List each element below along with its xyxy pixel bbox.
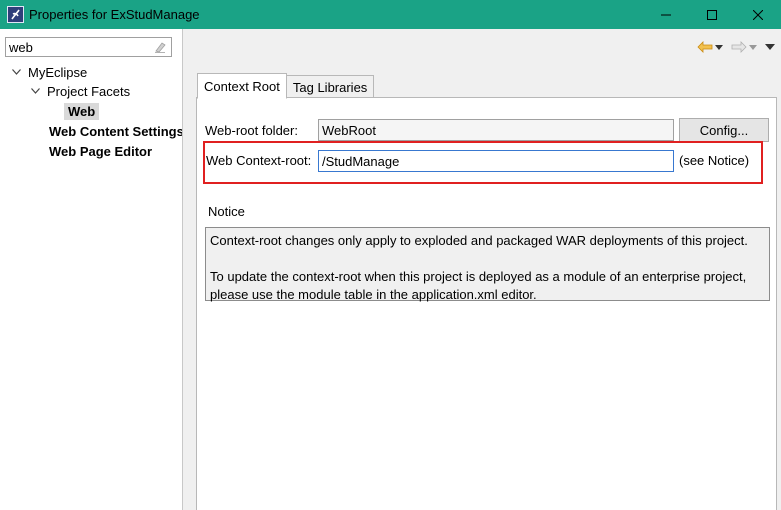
web-root-folder-field[interactable]: WebRoot [318,119,674,141]
title-bar: Properties for ExStudManage [0,0,781,29]
chevron-down-icon [715,44,723,50]
nav-toolbar [695,39,775,55]
maximize-icon [707,9,717,20]
back-button[interactable] [697,41,713,53]
notice-box: Context-root changes only apply to explo… [205,227,770,302]
back-menu-button[interactable] [715,44,723,50]
back-arrow-icon [697,41,713,53]
chevron-down-icon[interactable] [30,86,41,97]
tree-item-web-content-settings[interactable]: Web Content Settings [49,121,183,141]
tab-strip: Context Root Tag Libraries [197,73,375,99]
filter-field[interactable] [5,37,172,57]
clear-filter-icon[interactable] [153,40,167,57]
notice-heading: Notice [208,204,245,219]
tree-item-label: Web Page Editor [49,143,153,159]
web-root-folder-label: Web-root folder: [205,123,298,138]
forward-arrow-icon [731,41,747,53]
sidebar: MyEclipse Project Facets Web Web Content… [0,29,183,510]
tree-item-project-facets[interactable]: Project Facets [30,81,130,101]
window-title: Properties for ExStudManage [29,7,200,22]
window-controls [643,0,781,29]
chevron-down-icon [749,44,757,50]
maximize-button[interactable] [689,0,735,29]
see-notice-label: (see Notice) [679,153,750,168]
view-menu-button[interactable] [765,44,775,50]
web-context-root-label: Web Context-root: [206,153,312,168]
context-root-panel: Web-root folder: WebRoot Config... Web C… [196,97,777,510]
properties-page: Context Root Tag Libraries Web-root fold… [184,29,781,510]
forward-button[interactable] [731,41,747,53]
close-icon [753,9,763,20]
filter-input[interactable] [6,38,151,56]
tree-item-label: MyEclipse [28,64,88,80]
chevron-down-icon[interactable] [11,67,22,78]
close-button[interactable] [735,0,781,29]
forward-menu-button[interactable] [749,44,757,50]
config-button[interactable]: Config... [679,118,769,142]
view-menu-icon [765,44,775,50]
web-context-root-input[interactable]: /StudManage [318,150,674,172]
tree-item-label: Web Content Settings [49,123,183,139]
notice-line-2: To update the context-root when this pro… [210,269,747,302]
myeclipse-icon [7,6,24,23]
tab-context-root[interactable]: Context Root [197,73,287,99]
tree-item-web-page-editor[interactable]: Web Page Editor [49,141,152,161]
tree-item-label: Web [64,102,100,120]
tree-item-myeclipse[interactable]: MyEclipse [11,62,87,82]
tree-item-web[interactable]: Web [64,101,100,121]
tab-tag-libraries[interactable]: Tag Libraries [285,75,375,99]
notice-line-1: Context-root changes only apply to explo… [210,233,748,248]
minimize-button[interactable] [643,0,689,29]
minimize-icon [661,14,671,15]
tree-item-label: Project Facets [47,83,131,99]
